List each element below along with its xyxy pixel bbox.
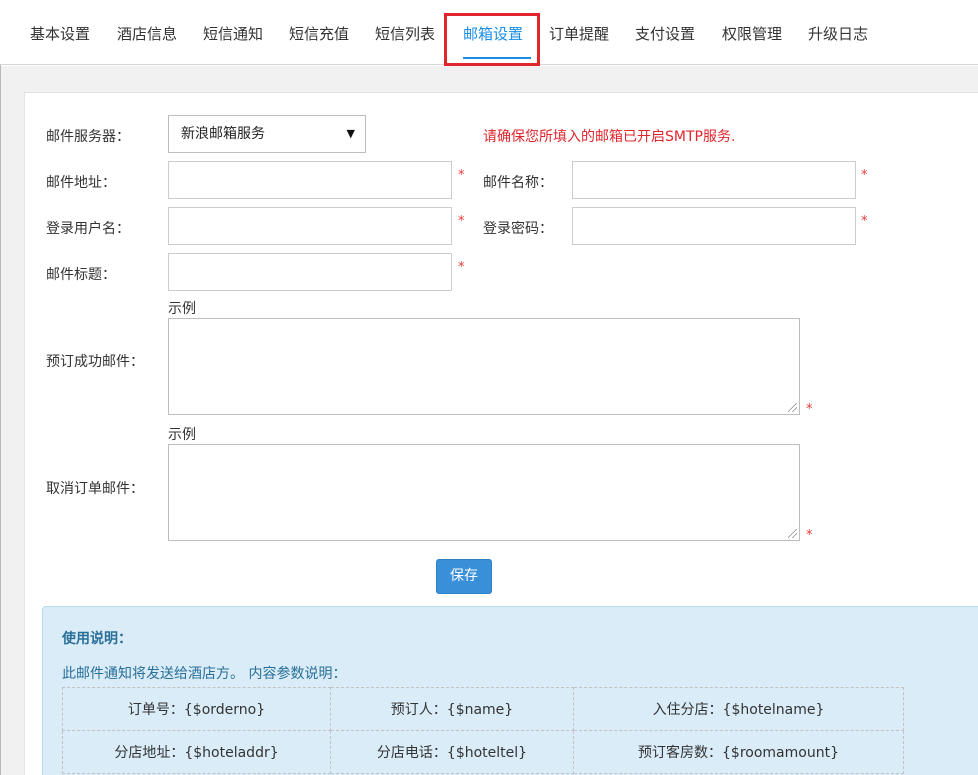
login-password-label: 登录密码： [483,221,553,237]
cancel-order-example-link[interactable]: 示例 [168,426,196,446]
table-row: 分店地址：{$hoteladdr} 分店电话：{$hoteltel} 预订客房数… [62,730,904,774]
mail-address-label: 邮件地址： [46,175,116,191]
mail-server-label: 邮件服务器： [46,129,130,145]
resize-handle-icon[interactable] [788,529,797,538]
mail-subject-required-mark: * [458,260,465,275]
login-username-required-mark: * [458,214,465,229]
mail-subject-input[interactable] [168,253,452,291]
parameter-table: 订单号：{$orderno} 预订人：{$name} 入住分店：{$hoteln… [62,687,904,774]
tab-sms-notification[interactable]: 短信通知 [203,23,263,44]
param-cell: 分店地址：{$hoteladdr} [62,730,331,774]
booking-success-email-textarea[interactable] [168,318,800,415]
tab-basic-settings[interactable]: 基本设置 [30,23,90,44]
mail-server-select[interactable]: 新浪邮箱服务 ▼ [168,115,366,153]
booking-success-email-label: 预订成功邮件： [46,354,144,370]
active-tab-highlight-box [444,13,540,66]
mail-sender-name-input[interactable] [572,161,856,199]
booking-success-example-link[interactable]: 示例 [168,300,196,320]
booking-success-required-mark: * [806,402,813,417]
usage-info-box: 使用说明： 此邮件通知将发送给酒店方。 内容参数说明： 订单号：{$ordern… [42,606,978,775]
tab-sms-recharge[interactable]: 短信充值 [289,23,349,44]
cancel-order-email-textarea[interactable] [168,444,800,541]
mail-subject-label: 邮件标题： [46,267,116,283]
mail-server-selected-value: 新浪邮箱服务 [181,126,265,142]
cancel-order-required-mark: * [806,528,813,543]
tab-payment-settings[interactable]: 支付设置 [635,23,695,44]
tab-hotel-info[interactable]: 酒店信息 [117,23,177,44]
cancel-order-email-label: 取消订单邮件： [46,481,144,497]
tab-upgrade-log[interactable]: 升级日志 [808,23,868,44]
param-cell: 订单号：{$orderno} [62,687,331,731]
login-username-input[interactable] [168,207,452,245]
smtp-hint: 请确保您所填入的邮箱已开启SMTP服务. [483,129,736,145]
mail-sender-name-label: 邮件名称： [483,175,553,191]
resize-handle-icon[interactable] [788,403,797,412]
save-button[interactable]: 保存 [436,559,492,594]
tab-order-reminder[interactable]: 订单提醒 [549,23,609,44]
param-cell: 预订客房数：{$roomamount} [573,730,904,774]
tab-permission-management[interactable]: 权限管理 [722,23,782,44]
mail-sender-name-required-mark: * [861,168,868,183]
mail-address-input[interactable] [168,161,452,199]
table-row: 订单号：{$orderno} 预订人：{$name} 入住分店：{$hoteln… [62,687,904,731]
dropdown-arrow-icon: ▼ [346,127,355,140]
param-cell: 分店电话：{$hoteltel} [330,730,574,774]
login-password-required-mark: * [861,214,868,229]
param-cell: 入住分店：{$hotelname} [573,687,904,731]
login-password-input[interactable] [572,207,856,245]
settings-tab-bar: 基本设置 酒店信息 短信通知 短信充值 短信列表 邮箱设置 订单提醒 支付设置 … [0,0,978,66]
mail-address-required-mark: * [458,168,465,183]
login-username-label: 登录用户名： [46,221,130,237]
param-cell: 预订人：{$name} [330,687,574,731]
tab-sms-list[interactable]: 短信列表 [375,23,435,44]
usage-info-description: 此邮件通知将发送给酒店方。 内容参数说明： [62,666,347,682]
usage-info-title: 使用说明： [62,631,132,647]
